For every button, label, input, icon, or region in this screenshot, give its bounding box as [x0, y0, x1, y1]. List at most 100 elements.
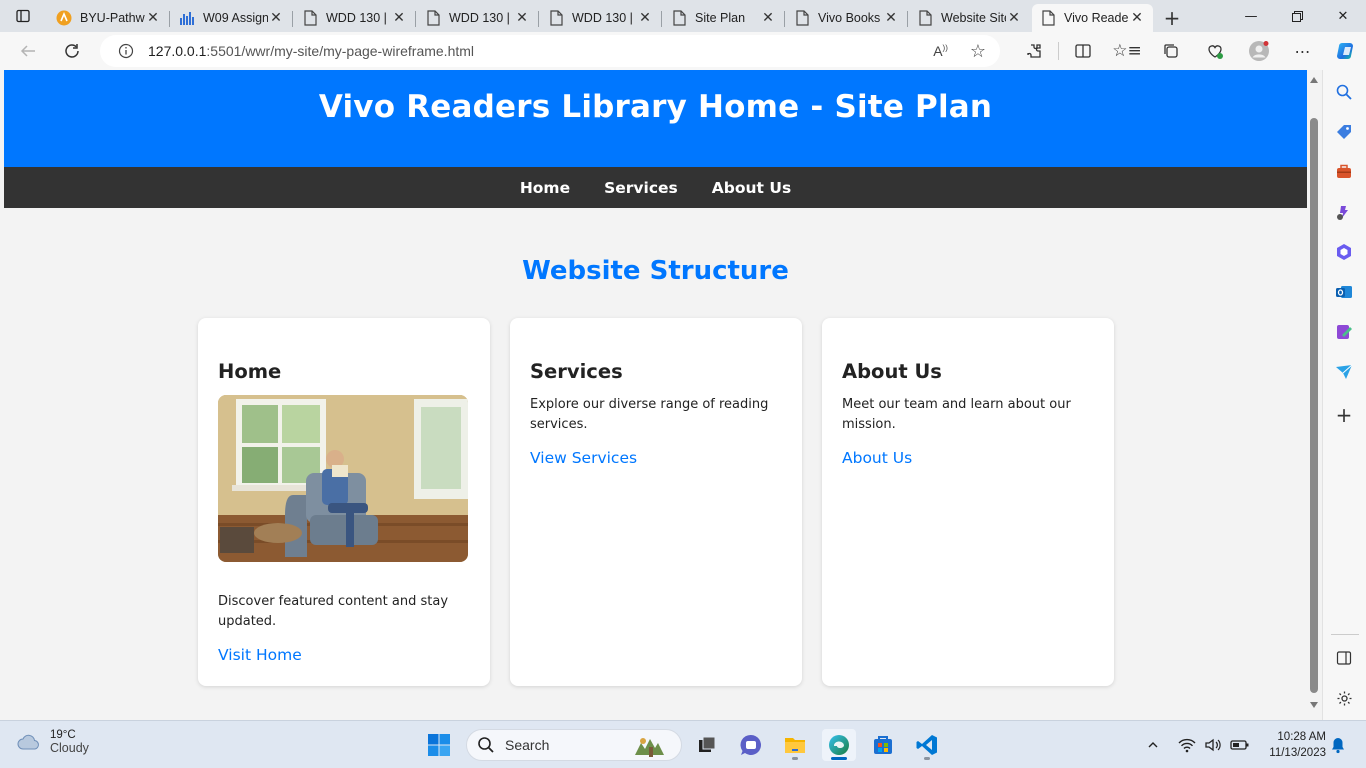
settings-gear-icon[interactable] — [1333, 687, 1355, 709]
url-text[interactable]: 127.0.0.1:5501/wwr/my-site/my-page-wiref… — [148, 43, 474, 59]
running-indicator — [792, 757, 798, 760]
show-hidden-icons[interactable] — [1146, 721, 1160, 768]
clock[interactable]: 10:28 AM 11/13/2023 — [1254, 729, 1326, 761]
profile-avatar[interactable] — [1237, 32, 1281, 70]
scroll-thumb[interactable] — [1310, 118, 1318, 693]
close-tab-icon[interactable]: ✕ — [268, 10, 284, 26]
edge-taskbar-button[interactable] — [822, 729, 856, 761]
teams-chat-button[interactable] — [734, 729, 768, 761]
home-card: Home Discover featured content and stay … — [198, 318, 490, 686]
vscode-button[interactable] — [910, 729, 944, 761]
extensions-icon[interactable] — [1012, 32, 1056, 70]
close-tab-icon[interactable]: ✕ — [883, 10, 899, 26]
nav-link-about[interactable]: About Us — [712, 179, 791, 197]
weather-widget[interactable]: 19°C Cloudy — [16, 729, 89, 755]
browser-tab[interactable]: Vivo Books ✕ — [784, 4, 907, 32]
close-tab-icon[interactable]: ✕ — [514, 10, 530, 26]
byu-pathway-icon — [56, 10, 72, 26]
taskbar-search[interactable]: Search — [466, 729, 682, 761]
browser-essentials-icon[interactable] — [1193, 32, 1237, 70]
info-icon[interactable] — [118, 43, 134, 59]
system-tray[interactable] — [1178, 721, 1250, 768]
refresh-icon — [65, 44, 79, 58]
tab-actions-button[interactable] — [0, 0, 46, 32]
tab-separator — [538, 11, 539, 27]
close-tab-icon[interactable]: ✕ — [145, 10, 161, 26]
nav-link-home[interactable]: Home — [520, 179, 570, 197]
games-icon[interactable] — [1333, 201, 1355, 223]
browser-tab[interactable]: BYU-Pathway✕ — [48, 4, 169, 32]
split-screen-icon[interactable] — [1061, 32, 1105, 70]
close-tab-icon[interactable]: ✕ — [391, 10, 407, 26]
add-sidebar-app-icon[interactable]: + — [1333, 403, 1355, 427]
browser-tab[interactable]: W09 Assignment✕ — [169, 4, 292, 32]
more-menu-icon[interactable]: ⋯ — [1281, 32, 1325, 70]
favorites-icon[interactable]: ☆≡ — [1105, 32, 1149, 70]
microsoft365-icon[interactable] — [1333, 241, 1355, 263]
browser-tab[interactable]: Website Site ✕ — [907, 4, 1030, 32]
edge-sidebar: + — [1322, 70, 1366, 720]
browser-tab[interactable]: WDD 130 | ✕ — [538, 4, 661, 32]
refresh-button[interactable] — [52, 35, 92, 67]
start-button[interactable] — [422, 729, 456, 761]
page-icon — [548, 10, 564, 26]
nav-link-services[interactable]: Services — [604, 179, 678, 197]
tab-active[interactable]: Vivo Readers✕ — [1032, 4, 1153, 32]
tab-strip: BYU-Pathway✕W09 Assignment✕WDD 130 |✕WDD… — [0, 0, 1366, 32]
outlook-icon[interactable] — [1333, 281, 1355, 303]
read-aloud-icon[interactable]: A)) — [933, 43, 948, 59]
restore-button[interactable] — [1274, 0, 1320, 32]
about-us-link[interactable]: About Us — [842, 449, 1094, 467]
designer-icon[interactable] — [1333, 321, 1355, 343]
tab-separator — [415, 11, 416, 27]
browser-tab[interactable]: Site Plan ✕ — [661, 4, 784, 32]
card-description: Discover featured content and stay updat… — [218, 594, 449, 629]
new-tab-button[interactable]: + — [1155, 4, 1189, 32]
visit-home-link[interactable]: Visit Home — [218, 646, 470, 664]
back-button[interactable] — [8, 35, 48, 67]
windows-logo-icon — [428, 734, 450, 756]
send-icon[interactable] — [1333, 361, 1355, 383]
tab-title: Vivo Books — [818, 11, 881, 25]
search-highlight-icon — [635, 738, 664, 757]
reading-photo — [218, 395, 468, 562]
url-host: 127.0.0.1 — [148, 43, 207, 59]
scroll-down-arrow[interactable] — [1310, 702, 1318, 708]
page-icon — [302, 10, 318, 26]
favorite-star-icon[interactable]: ☆ — [970, 41, 986, 62]
tab-separator — [169, 11, 170, 27]
active-indicator — [831, 757, 847, 760]
page-icon — [671, 10, 687, 26]
close-window-button[interactable]: ✕ — [1320, 0, 1366, 32]
chat-icon — [740, 734, 761, 755]
store-icon — [874, 736, 892, 754]
task-view-button[interactable] — [690, 729, 724, 761]
task-view-icon — [699, 736, 716, 752]
vscode-icon — [916, 735, 937, 755]
page-scrollbar[interactable] — [1307, 70, 1322, 715]
copilot-icon[interactable] — [1325, 32, 1366, 70]
shopping-tag-icon[interactable] — [1333, 121, 1355, 143]
weather-temperature: 19°C — [50, 729, 76, 741]
close-tab-icon[interactable]: ✕ — [1006, 10, 1022, 26]
minimize-button[interactable]: — — [1228, 0, 1274, 32]
close-tab-icon[interactable]: ✕ — [1129, 10, 1145, 26]
tools-briefcase-icon[interactable] — [1333, 161, 1355, 183]
browser-tab[interactable]: WDD 130 | ✕ — [415, 4, 538, 32]
notifications-button[interactable] — [1330, 721, 1346, 768]
close-tab-icon[interactable]: ✕ — [637, 10, 653, 26]
browser-tab[interactable]: WDD 130 | ✕ — [292, 4, 415, 32]
collections-icon[interactable] — [1149, 32, 1193, 70]
tab-title: Website Site — [941, 11, 1006, 25]
section-title: Website Structure — [522, 256, 789, 286]
card-heading: Services — [530, 360, 623, 383]
close-tab-icon[interactable]: ✕ — [760, 10, 776, 26]
search-icon[interactable] — [1333, 81, 1355, 103]
address-bar[interactable]: 127.0.0.1:5501/wwr/my-site/my-page-wiref… — [100, 35, 1000, 67]
file-explorer-button[interactable] — [778, 729, 812, 761]
restore-icon — [1291, 10, 1303, 22]
hide-sidebar-icon[interactable] — [1333, 647, 1355, 669]
view-services-link[interactable]: View Services — [530, 449, 782, 467]
microsoft-store-button[interactable] — [866, 729, 900, 761]
scroll-up-arrow[interactable] — [1310, 77, 1318, 83]
